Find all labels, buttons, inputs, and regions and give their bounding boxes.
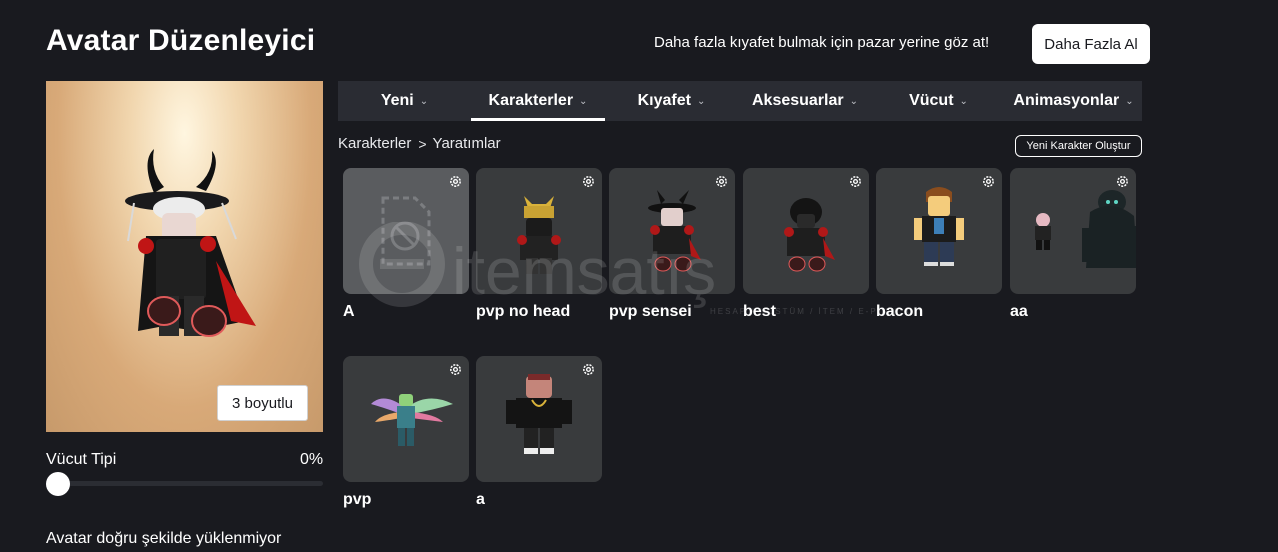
tab-yeni[interactable]: Yeni ⌄ bbox=[338, 81, 471, 121]
tab-aksesuarlar[interactable]: Aksesuarlar ⌄ bbox=[738, 81, 872, 121]
settings-gear-icon[interactable] bbox=[848, 174, 863, 189]
settings-gear-icon[interactable] bbox=[448, 174, 463, 189]
breadcrumb-root[interactable]: Karakterler bbox=[338, 135, 411, 152]
avatar-3d-figure bbox=[125, 149, 256, 337]
settings-gear-icon[interactable] bbox=[581, 174, 596, 189]
character-name: A bbox=[343, 303, 355, 320]
view-3d-button[interactable]: 3 boyutlu bbox=[217, 385, 308, 421]
character-card-pvp-sensei[interactable] bbox=[609, 168, 735, 294]
avatar-preview[interactable]: 3 boyutlu bbox=[46, 81, 323, 432]
tab-label: Aksesuarlar bbox=[751, 92, 844, 109]
tab-label: Kıyafet bbox=[637, 92, 691, 109]
chevron-down-icon: ⌄ bbox=[696, 95, 706, 107]
body-type-label: Vücut Tipi bbox=[46, 451, 117, 468]
character-card-best[interactable] bbox=[743, 168, 869, 294]
character-name: pvp no head bbox=[476, 303, 571, 320]
get-more-button[interactable]: Daha Fazla Al bbox=[1032, 24, 1150, 64]
chevron-down-icon: ⌄ bbox=[1125, 95, 1134, 107]
chevron-down-icon: ⌄ bbox=[959, 95, 968, 107]
character-card-aa[interactable] bbox=[1010, 168, 1136, 294]
chevron-down-icon: ⌄ bbox=[419, 95, 429, 107]
tab-vucut[interactable]: Vücut ⌄ bbox=[872, 81, 1005, 121]
page-title: Avatar Düzenleyici bbox=[46, 24, 316, 57]
breadcrumb-current: Yaratımlar bbox=[432, 135, 501, 152]
settings-gear-icon[interactable] bbox=[581, 362, 596, 377]
tab-label: Karakterler bbox=[488, 92, 574, 109]
marketplace-promo-text: Daha fazla kıyafet bulmak için pazar yer… bbox=[654, 34, 990, 51]
breadcrumb: Karakterler > Yaratımlar bbox=[338, 135, 501, 152]
tab-label: Vücut bbox=[909, 92, 954, 109]
category-tabbar: Yeni ⌄ Karakterler ⌄ Kıyafet ⌄ Aksesuarlar ⌄… bbox=[338, 81, 1142, 121]
breadcrumb-separator: > bbox=[418, 135, 427, 152]
tab-karakterler[interactable]: Karakterler ⌄ bbox=[471, 81, 605, 121]
body-type-slider-track[interactable] bbox=[46, 481, 323, 486]
settings-gear-icon[interactable] bbox=[981, 174, 996, 189]
character-name: a bbox=[476, 491, 485, 508]
character-name: aa bbox=[1010, 303, 1028, 320]
settings-gear-icon[interactable] bbox=[714, 174, 729, 189]
create-character-button[interactable]: Yeni Karakter Oluştur bbox=[1015, 135, 1142, 157]
character-card-a[interactable] bbox=[343, 168, 469, 294]
tab-label: Animasyonlar bbox=[1013, 92, 1120, 109]
chevron-down-icon: ⌄ bbox=[579, 95, 588, 107]
tab-kiyafet[interactable]: Kıyafet ⌄ bbox=[605, 81, 738, 121]
character-name: pvp sensei bbox=[609, 303, 692, 320]
settings-gear-icon[interactable] bbox=[1115, 174, 1130, 189]
body-type-slider-thumb[interactable] bbox=[46, 472, 70, 496]
character-card-bacon[interactable] bbox=[876, 168, 1002, 294]
character-name: best bbox=[743, 303, 776, 320]
character-card-pvp-no-head[interactable] bbox=[476, 168, 602, 294]
settings-gear-icon[interactable] bbox=[448, 362, 463, 377]
tab-animasyonlar[interactable]: Animasyonlar ⌄ bbox=[1005, 81, 1142, 121]
character-name: pvp bbox=[343, 491, 372, 508]
character-card-pvp[interactable] bbox=[343, 356, 469, 482]
chevron-down-icon: ⌄ bbox=[849, 95, 858, 107]
body-type-value: 0% bbox=[300, 451, 324, 468]
character-name: bacon bbox=[876, 303, 924, 320]
character-card-a-lowercase[interactable] bbox=[476, 356, 602, 482]
tab-label: Yeni bbox=[380, 92, 414, 109]
avatar-load-warning: Avatar doğru şekilde yüklenmiyor bbox=[46, 530, 282, 547]
